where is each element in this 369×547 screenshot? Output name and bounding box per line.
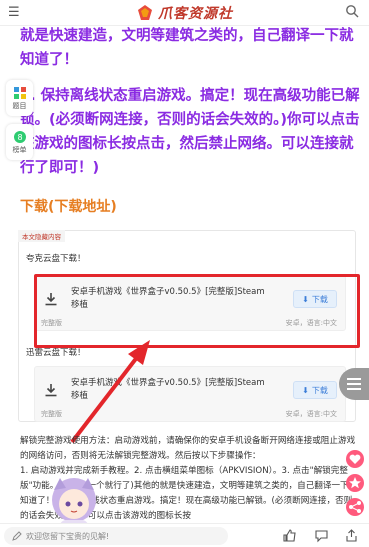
- menu-line: [347, 383, 361, 385]
- thumbs-up-icon[interactable]: [282, 528, 297, 543]
- star-icon: [349, 477, 361, 489]
- menu-line: [347, 388, 361, 390]
- share-button[interactable]: [346, 498, 364, 516]
- instructions-para-1: 解锁完整游戏使用方法：启动游戏前，请确保你的安卓手机设备断开网络连接或阻止游戏的…: [20, 436, 356, 461]
- edit-icon: [12, 531, 22, 541]
- menu-line: [347, 378, 361, 380]
- comment-icon[interactable]: [314, 528, 329, 543]
- floating-menu-button[interactable]: [339, 368, 369, 400]
- comment-input[interactable]: 欢迎您留下宝贵的见解!: [4, 527, 228, 545]
- like-button[interactable]: [346, 450, 364, 468]
- collect-button[interactable]: [346, 474, 364, 492]
- share-icon-bottom[interactable]: [344, 528, 359, 543]
- comment-placeholder: 欢迎您留下宝贵的见解!: [26, 531, 110, 541]
- bottom-bar: 欢迎您留下宝贵的见解!: [0, 523, 369, 547]
- heart-icon: [349, 454, 361, 464]
- share-icon: [349, 501, 361, 513]
